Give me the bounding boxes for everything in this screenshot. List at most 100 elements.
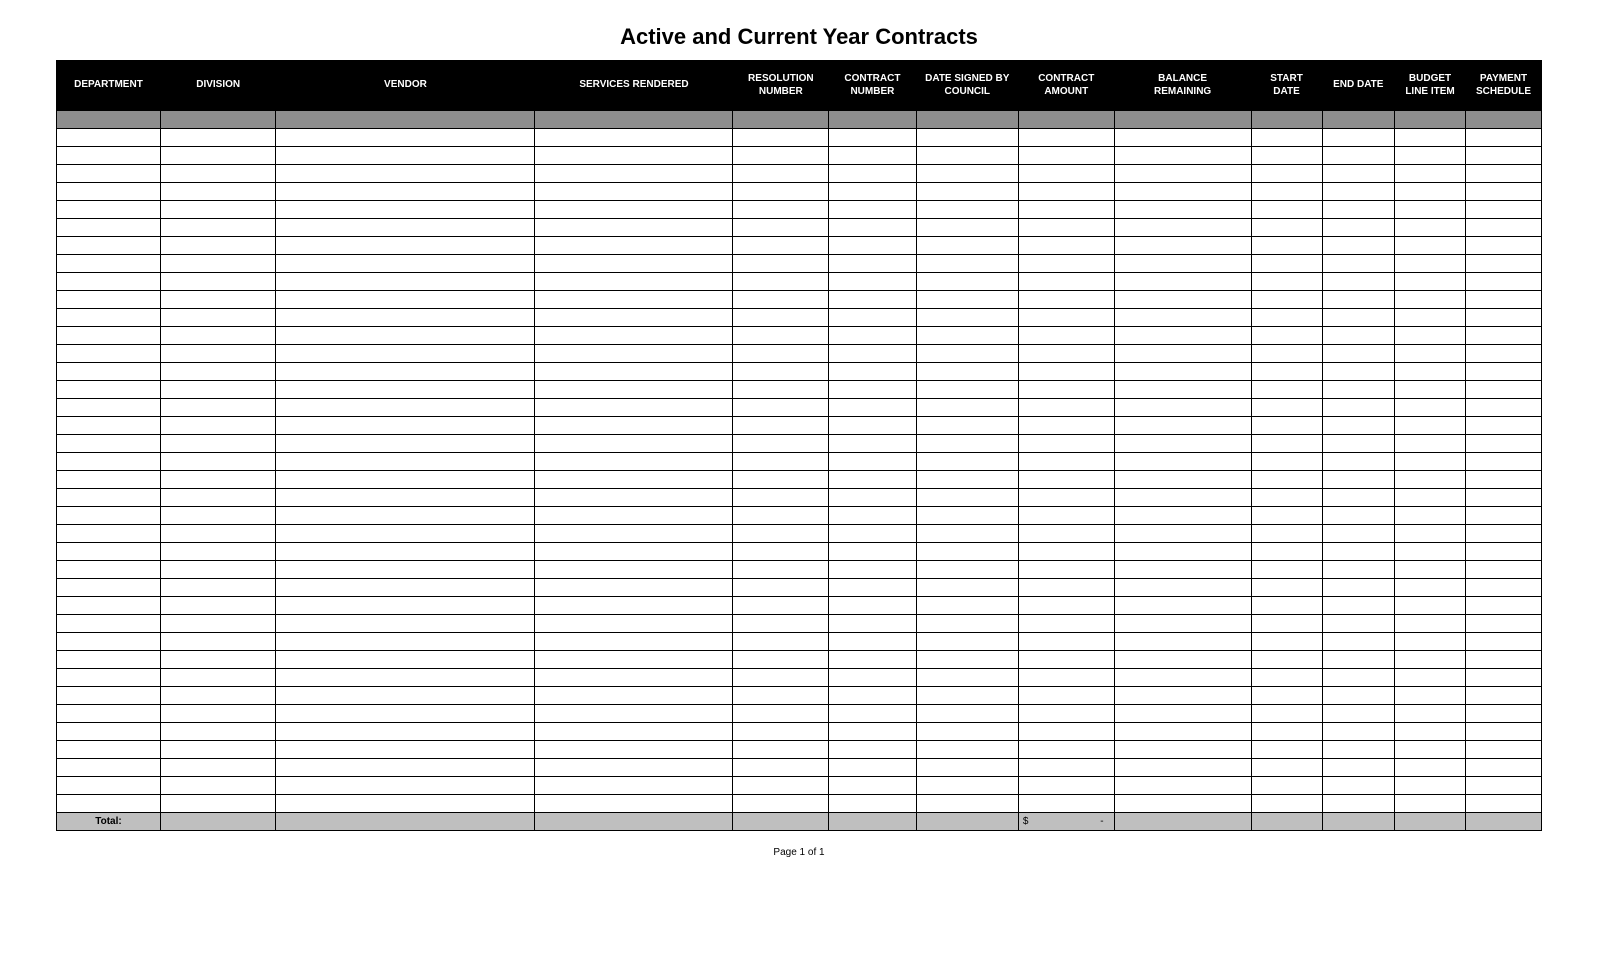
table-cell xyxy=(1322,345,1395,363)
table-cell xyxy=(829,777,916,795)
table-cell xyxy=(276,309,535,327)
table-cell xyxy=(1395,561,1466,579)
table-cell xyxy=(57,705,161,723)
table-cell xyxy=(916,345,1018,363)
table-cell xyxy=(1018,489,1114,507)
table-cell xyxy=(535,489,733,507)
table-cell xyxy=(733,345,829,363)
table-cell xyxy=(1114,345,1251,363)
table-cell xyxy=(1395,795,1466,813)
table-cell xyxy=(916,705,1018,723)
table-cell xyxy=(160,291,275,309)
table-cell xyxy=(916,687,1018,705)
table-cell xyxy=(733,111,829,129)
table-cell xyxy=(535,111,733,129)
table-cell xyxy=(160,705,275,723)
table-cell xyxy=(1395,633,1466,651)
table-cell xyxy=(276,399,535,417)
table-cell xyxy=(160,615,275,633)
table-cell xyxy=(57,129,161,147)
table-cell xyxy=(57,399,161,417)
table-cell xyxy=(57,363,161,381)
table-cell xyxy=(160,129,275,147)
table-cell xyxy=(916,147,1018,165)
table-cell xyxy=(1322,795,1395,813)
col-services-rendered: SERVICES RENDERED xyxy=(535,61,733,111)
table-cell xyxy=(916,237,1018,255)
table-cell xyxy=(1114,111,1251,129)
table-cell xyxy=(1251,597,1322,615)
table-cell xyxy=(1395,237,1466,255)
table-cell xyxy=(1114,255,1251,273)
table-cell xyxy=(1322,417,1395,435)
table-cell xyxy=(829,741,916,759)
table-cell xyxy=(535,417,733,435)
table-cell xyxy=(276,669,535,687)
table-cell xyxy=(1018,633,1114,651)
table-cell xyxy=(1114,309,1251,327)
table-cell xyxy=(1018,381,1114,399)
table-cell xyxy=(57,255,161,273)
table-cell xyxy=(160,147,275,165)
table-cell xyxy=(829,453,916,471)
table-cell xyxy=(160,309,275,327)
table-cell xyxy=(57,687,161,705)
table-cell xyxy=(57,489,161,507)
table-cell xyxy=(1395,345,1466,363)
col-payment-schedule: PAYMENT SCHEDULE xyxy=(1466,61,1542,111)
table-cell xyxy=(1322,615,1395,633)
table-row xyxy=(57,525,1542,543)
table-cell xyxy=(1322,507,1395,525)
table-cell xyxy=(1251,723,1322,741)
table-cell xyxy=(535,327,733,345)
table-cell xyxy=(829,705,916,723)
table-cell xyxy=(1018,579,1114,597)
table-cell xyxy=(1466,273,1542,291)
table-cell xyxy=(160,597,275,615)
table-cell xyxy=(57,327,161,345)
table-cell xyxy=(1322,147,1395,165)
table-cell xyxy=(1114,543,1251,561)
table-cell xyxy=(57,597,161,615)
col-contract-amount: CONTRACT AMOUNT xyxy=(1018,61,1114,111)
table-cell xyxy=(57,471,161,489)
col-budget-line-item: BUDGET LINE ITEM xyxy=(1395,61,1466,111)
table-cell xyxy=(733,633,829,651)
table-cell xyxy=(276,291,535,309)
table-cell xyxy=(276,237,535,255)
table-cell xyxy=(916,435,1018,453)
table-cell xyxy=(535,579,733,597)
table-cell xyxy=(829,615,916,633)
table-cell xyxy=(535,741,733,759)
table-cell xyxy=(1322,525,1395,543)
total-amount: $- xyxy=(1018,813,1114,831)
table-cell xyxy=(1466,777,1542,795)
table-cell xyxy=(829,471,916,489)
table-cell xyxy=(1395,489,1466,507)
table-cell xyxy=(1018,561,1114,579)
table-cell xyxy=(160,417,275,435)
table-cell xyxy=(57,183,161,201)
table-cell xyxy=(1114,129,1251,147)
table-cell xyxy=(829,435,916,453)
table-cell xyxy=(1466,381,1542,399)
table-cell xyxy=(276,543,535,561)
table-cell xyxy=(1466,651,1542,669)
table-cell xyxy=(916,579,1018,597)
table-cell xyxy=(1322,111,1395,129)
table-cell xyxy=(1018,327,1114,345)
table-cell xyxy=(535,219,733,237)
table-cell xyxy=(829,291,916,309)
table-cell xyxy=(1018,165,1114,183)
table-cell xyxy=(160,381,275,399)
total-currency: $ xyxy=(1023,816,1029,827)
table-cell xyxy=(535,345,733,363)
table-cell xyxy=(829,129,916,147)
table-cell xyxy=(829,381,916,399)
table-cell xyxy=(1395,129,1466,147)
table-cell xyxy=(916,561,1018,579)
table-cell xyxy=(276,201,535,219)
table-cell xyxy=(1114,327,1251,345)
table-cell xyxy=(916,615,1018,633)
table-cell xyxy=(1251,327,1322,345)
